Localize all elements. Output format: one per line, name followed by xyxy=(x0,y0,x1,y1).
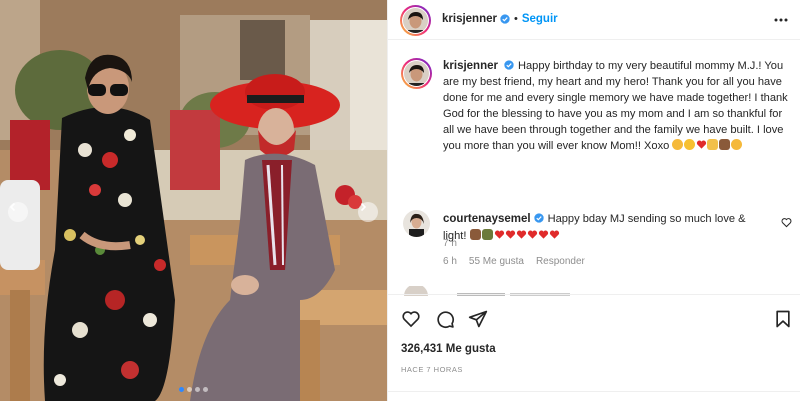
heart-icon[interactable] xyxy=(401,309,421,329)
post-actions: 326,431 Me gusta HACE 7 HORAS xyxy=(388,294,800,401)
comment-emojis xyxy=(469,229,560,242)
comment-icon[interactable] xyxy=(435,309,455,329)
author-avatar[interactable] xyxy=(403,8,428,33)
bookmark-icon[interactable] xyxy=(773,309,793,329)
caption-username[interactable]: krisjenner xyxy=(443,60,498,72)
carousel-dot xyxy=(195,387,200,392)
cake-icon xyxy=(469,229,481,240)
comment-like-heart-icon[interactable] xyxy=(781,217,792,228)
post-photo[interactable] xyxy=(0,0,387,401)
commenter-avatar[interactable] xyxy=(403,210,430,237)
chevron-left-icon xyxy=(9,202,16,212)
red-heart-icon xyxy=(516,230,526,239)
author-avatar-ring[interactable] xyxy=(400,5,431,36)
add-comment-row[interactable] xyxy=(388,391,800,401)
carousel-dot xyxy=(179,387,184,392)
paper-plane-icon[interactable] xyxy=(468,309,488,329)
red-heart-icon xyxy=(505,230,515,239)
carousel-next-button[interactable] xyxy=(358,202,378,222)
cake-icon xyxy=(481,229,493,240)
red-heart-icon xyxy=(527,230,537,239)
carousel-dot xyxy=(203,387,208,392)
posted-time: HACE 7 HORAS xyxy=(401,365,463,374)
post-sidebar: krisjenner • Seguir krisjenner Happy bir… xyxy=(387,0,800,401)
comment-text-block: courtenaysemel Happy bday MJ sending so m… xyxy=(443,211,768,245)
caption-emojis xyxy=(672,139,743,152)
post-header: krisjenner • Seguir xyxy=(388,0,800,40)
avatar-image-icon xyxy=(403,210,430,237)
smiling-face-hearts-icon xyxy=(731,139,743,151)
photo-scene xyxy=(0,0,387,401)
caption-text-block: krisjenner Happy birthday to my very beau… xyxy=(443,58,791,155)
red-heart-icon xyxy=(494,230,504,239)
smiling-face-hearts-icon xyxy=(672,139,684,151)
likes-count[interactable]: 326,431 Me gusta xyxy=(401,343,496,355)
verified-badge-icon xyxy=(500,14,510,24)
comment-likes[interactable]: 55 Me gusta xyxy=(469,256,524,267)
separator-dot: • xyxy=(513,13,518,25)
verified-badge-icon xyxy=(533,213,544,223)
folded-hands-icon xyxy=(707,139,719,151)
comment-username[interactable]: courtenaysemel xyxy=(443,213,531,225)
caption-avatar-ring[interactable] xyxy=(401,58,432,89)
more-horizontal-icon[interactable] xyxy=(773,14,789,26)
comment-time: 6 h xyxy=(443,256,457,267)
reply-button[interactable]: Responder xyxy=(536,256,585,267)
avatar-image-icon xyxy=(403,8,428,33)
verified-badge-icon xyxy=(504,60,514,70)
follow-button[interactable]: Seguir xyxy=(522,13,558,25)
author-username[interactable]: krisjenner xyxy=(442,13,497,25)
chevron-right-icon xyxy=(360,202,367,212)
red-heart-icon xyxy=(549,230,559,239)
carousel-prev-button[interactable] xyxy=(8,202,28,222)
comment-meta: 6 h 55 Me gusta Responder xyxy=(443,256,585,267)
red-heart-icon xyxy=(697,140,707,150)
cake-icon xyxy=(719,139,731,151)
header-user: krisjenner • Seguir xyxy=(442,13,558,25)
caption-avatar[interactable] xyxy=(404,61,429,86)
star-struck-icon xyxy=(684,139,696,151)
red-heart-icon xyxy=(538,230,548,239)
carousel-dot xyxy=(187,387,192,392)
carousel-dots xyxy=(0,387,387,392)
avatar-image-icon xyxy=(404,61,429,86)
